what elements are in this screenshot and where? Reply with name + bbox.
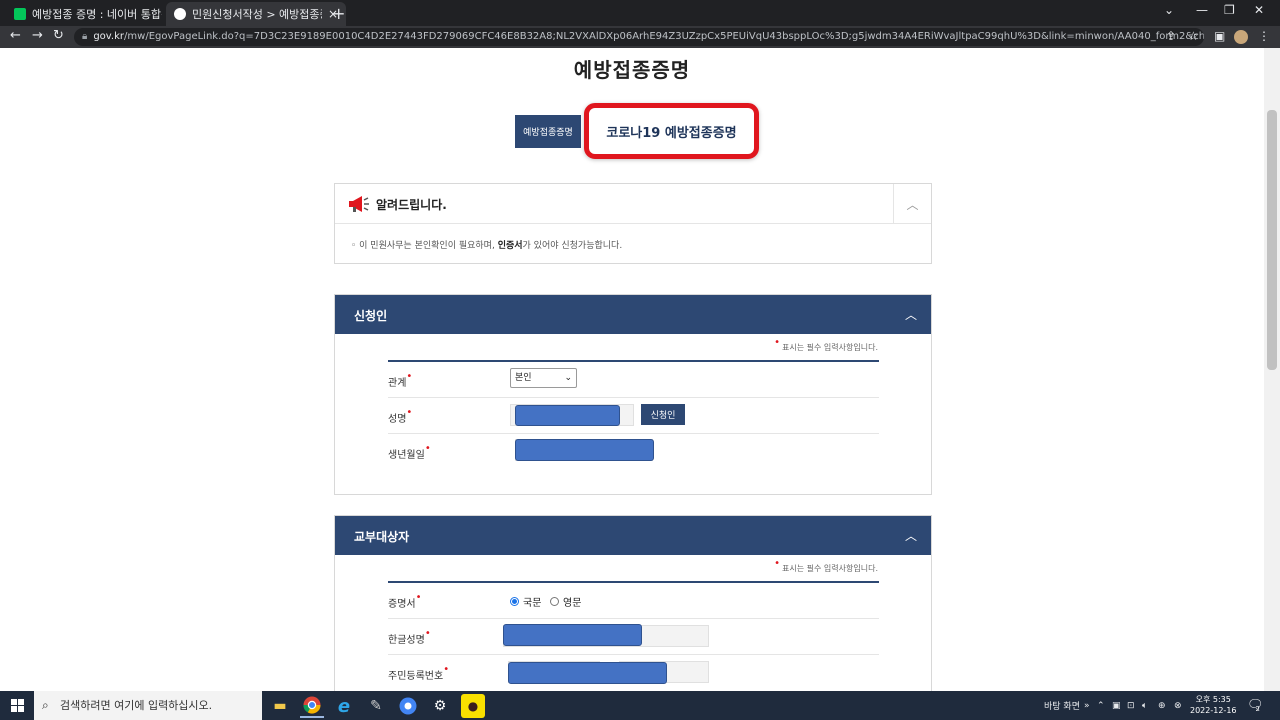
browser-tab-naver[interactable]: 예방접종 증명 : 네이버 통합검색 × (6, 2, 186, 26)
notice-title: 알려드립니다. (376, 198, 447, 212)
browser-tab-strip: 예방접종 증명 : 네이버 통합검색 × 민원신청서작성 > 예방접종증명 × … (0, 0, 1280, 26)
relation-label: 관계• (388, 371, 413, 389)
redacted-korean-name (503, 624, 642, 646)
volume-icon[interactable]: 🔈︎ (1142, 691, 1147, 720)
chevron-up-icon[interactable]: ︿ (893, 184, 931, 224)
birth-row: 생년월일• (388, 434, 879, 470)
file-explorer-icon[interactable]: ▬ (268, 694, 292, 718)
reload-icon[interactable]: ↻ (53, 28, 64, 43)
recipient-section: 교부대상자 ︿ • 표시는 필수 입력사항입니다. 증명서• 국문 영문 한글성명… (334, 515, 932, 691)
profile-avatar[interactable] (1234, 30, 1248, 44)
windows-logo-icon (10, 699, 24, 712)
menu-kebab-icon[interactable]: ⋮ (1258, 29, 1270, 43)
section-title: 신청인 (354, 309, 388, 323)
overflow-chevron-icon[interactable]: » (1084, 691, 1090, 720)
tab-title: 민원신청서작성 > 예방접종증명 (192, 8, 322, 21)
applicant-section: 신청인 ︿ • 표시는 필수 입력사항입니다. 관계• 본인 ⌄ 성명• 신청인 … (334, 294, 932, 495)
tab-search-icon[interactable]: ⌄ (1164, 3, 1174, 17)
url-input[interactable]: 🔒︎ gov.kr/mw/EgovPageLink.do?q=7D3C23E918… (74, 28, 1204, 46)
chrome-profile-icon[interactable] (396, 694, 420, 718)
system-clock[interactable]: 오후 5:35 2022-12-16 (1190, 694, 1237, 716)
tray-up-icon[interactable]: ⌃ (1097, 691, 1105, 720)
naver-favicon-icon (14, 8, 26, 20)
applicant-section-header: 신청인 ︿ (335, 295, 931, 334)
chevron-up-icon[interactable]: ︿ (891, 295, 931, 334)
gov-favicon-icon (174, 8, 186, 20)
chrome-taskbar-icon[interactable] (300, 694, 324, 718)
taskbar-search-input[interactable]: ⌕ 검색하려면 여기에 입력하십시오. (34, 691, 262, 720)
notification-center-icon[interactable]: 🗨︎ 2 (1247, 691, 1268, 720)
browser-tab-gov[interactable]: 민원신청서작성 > 예방접종증명 × (166, 2, 347, 26)
tab-title: 예방접종 증명 : 네이버 통합검색 (32, 8, 162, 21)
lock-icon: 🔒︎ (82, 31, 88, 42)
korean-name-label: 한글성명• (388, 628, 431, 646)
korean-name-row: 한글성명• (388, 619, 879, 655)
scrollbar-thumb[interactable] (1267, 110, 1277, 370)
redacted-rrn (508, 662, 667, 684)
applicant-button[interactable]: 신청인 (641, 404, 685, 425)
restore-icon[interactable]: ❐ (1224, 3, 1235, 17)
name-row: 성명• 신청인 (388, 398, 879, 434)
redacted-birthdate (515, 439, 654, 461)
url-domain: gov.kr (93, 31, 125, 42)
edge-icon[interactable]: e (332, 694, 356, 718)
notice-panel: 알려드립니다. ︿ ◦ 이 민원사무는 본인확인이 필요하며, 인증서가 있어야… (334, 183, 932, 264)
close-window-icon[interactable]: ✕ (1254, 3, 1264, 17)
relation-select[interactable]: 본인 ⌄ (510, 368, 577, 388)
notice-text: ◦ 이 민원사무는 본인확인이 필요하며, 인증서가 있어야 신청가능합니다. (351, 241, 623, 251)
desktop-label[interactable]: 바탕 화면 (1044, 691, 1080, 720)
section-title: 교부대상자 (354, 530, 410, 544)
side-panel-icon[interactable]: ▣ (1214, 29, 1225, 43)
rrn-label: 주민등록번호• (388, 664, 450, 682)
relation-row: 관계• 본인 ⌄ (388, 362, 879, 398)
certificate-row: 증명서• 국문 영문 (388, 583, 879, 619)
share-icon[interactable]: ⇪ (1166, 29, 1176, 43)
new-tab-button[interactable]: + (332, 4, 345, 23)
input-method-icon[interactable]: ⊕ (1158, 691, 1166, 720)
tab-vaccination-certificate[interactable]: 예방접종증명 (515, 115, 581, 148)
required-note: • 표시는 필수 입력사항입니다. (774, 558, 878, 573)
page-viewport: 예방접종증명 예방접종증명 코로나19 예방접종증명 알려드립니다. ︿ ◦ 이… (0, 48, 1264, 691)
network-icon[interactable]: ⊡ (1127, 691, 1135, 720)
windows-start-button[interactable] (0, 691, 34, 720)
redacted-name (515, 405, 620, 426)
chevron-down-icon: ⌄ (564, 373, 572, 383)
tray-app-icon[interactable]: ▣ (1112, 691, 1121, 720)
chevron-up-icon[interactable]: ︿ (891, 516, 931, 555)
minimize-icon[interactable]: — (1196, 3, 1208, 17)
forward-icon[interactable]: → (32, 28, 43, 43)
birth-label: 생년월일• (388, 443, 431, 461)
required-note: • 표시는 필수 입력사항입니다. (774, 337, 878, 352)
rrn-row: 주민등록번호• (388, 655, 879, 691)
back-icon[interactable]: ← (10, 28, 21, 43)
certificate-label: 증명서• (388, 592, 422, 610)
tray-misc-icon[interactable]: ⊗ (1174, 691, 1182, 720)
page-title: 예방접종증명 (573, 58, 691, 82)
kakaotalk-icon[interactable]: ● (461, 694, 485, 718)
recipient-section-header: 교부대상자 ︿ (335, 516, 931, 555)
radio-korean[interactable]: 국문 (510, 594, 541, 609)
bookmark-star-icon[interactable]: ☆ (1188, 29, 1199, 43)
app-pen-icon[interactable]: ✎ (364, 694, 388, 718)
notice-header: 알려드립니다. ︿ (335, 184, 931, 224)
url-path: /mw/EgovPageLink.do?q=7D3C23E9189E0010C4… (124, 31, 1204, 42)
name-label: 성명• (388, 407, 413, 425)
megaphone-icon (349, 196, 369, 212)
address-bar-row: ← → ↻ 🔒︎ gov.kr/mw/EgovPageLink.do?q=7D3C… (0, 26, 1280, 48)
search-icon: ⌕ (42, 698, 49, 712)
tab-covid19-vaccination-certificate[interactable]: 코로나19 예방접종증명 (584, 103, 759, 159)
windows-taskbar: ⌕ 검색하려면 여기에 입력하십시오. ▬ e ✎ ⚙ ● 바탕 화면 » ⌃ … (0, 691, 1280, 720)
settings-gear-icon[interactable]: ⚙ (428, 694, 452, 718)
radio-english[interactable]: 영문 (550, 594, 581, 609)
